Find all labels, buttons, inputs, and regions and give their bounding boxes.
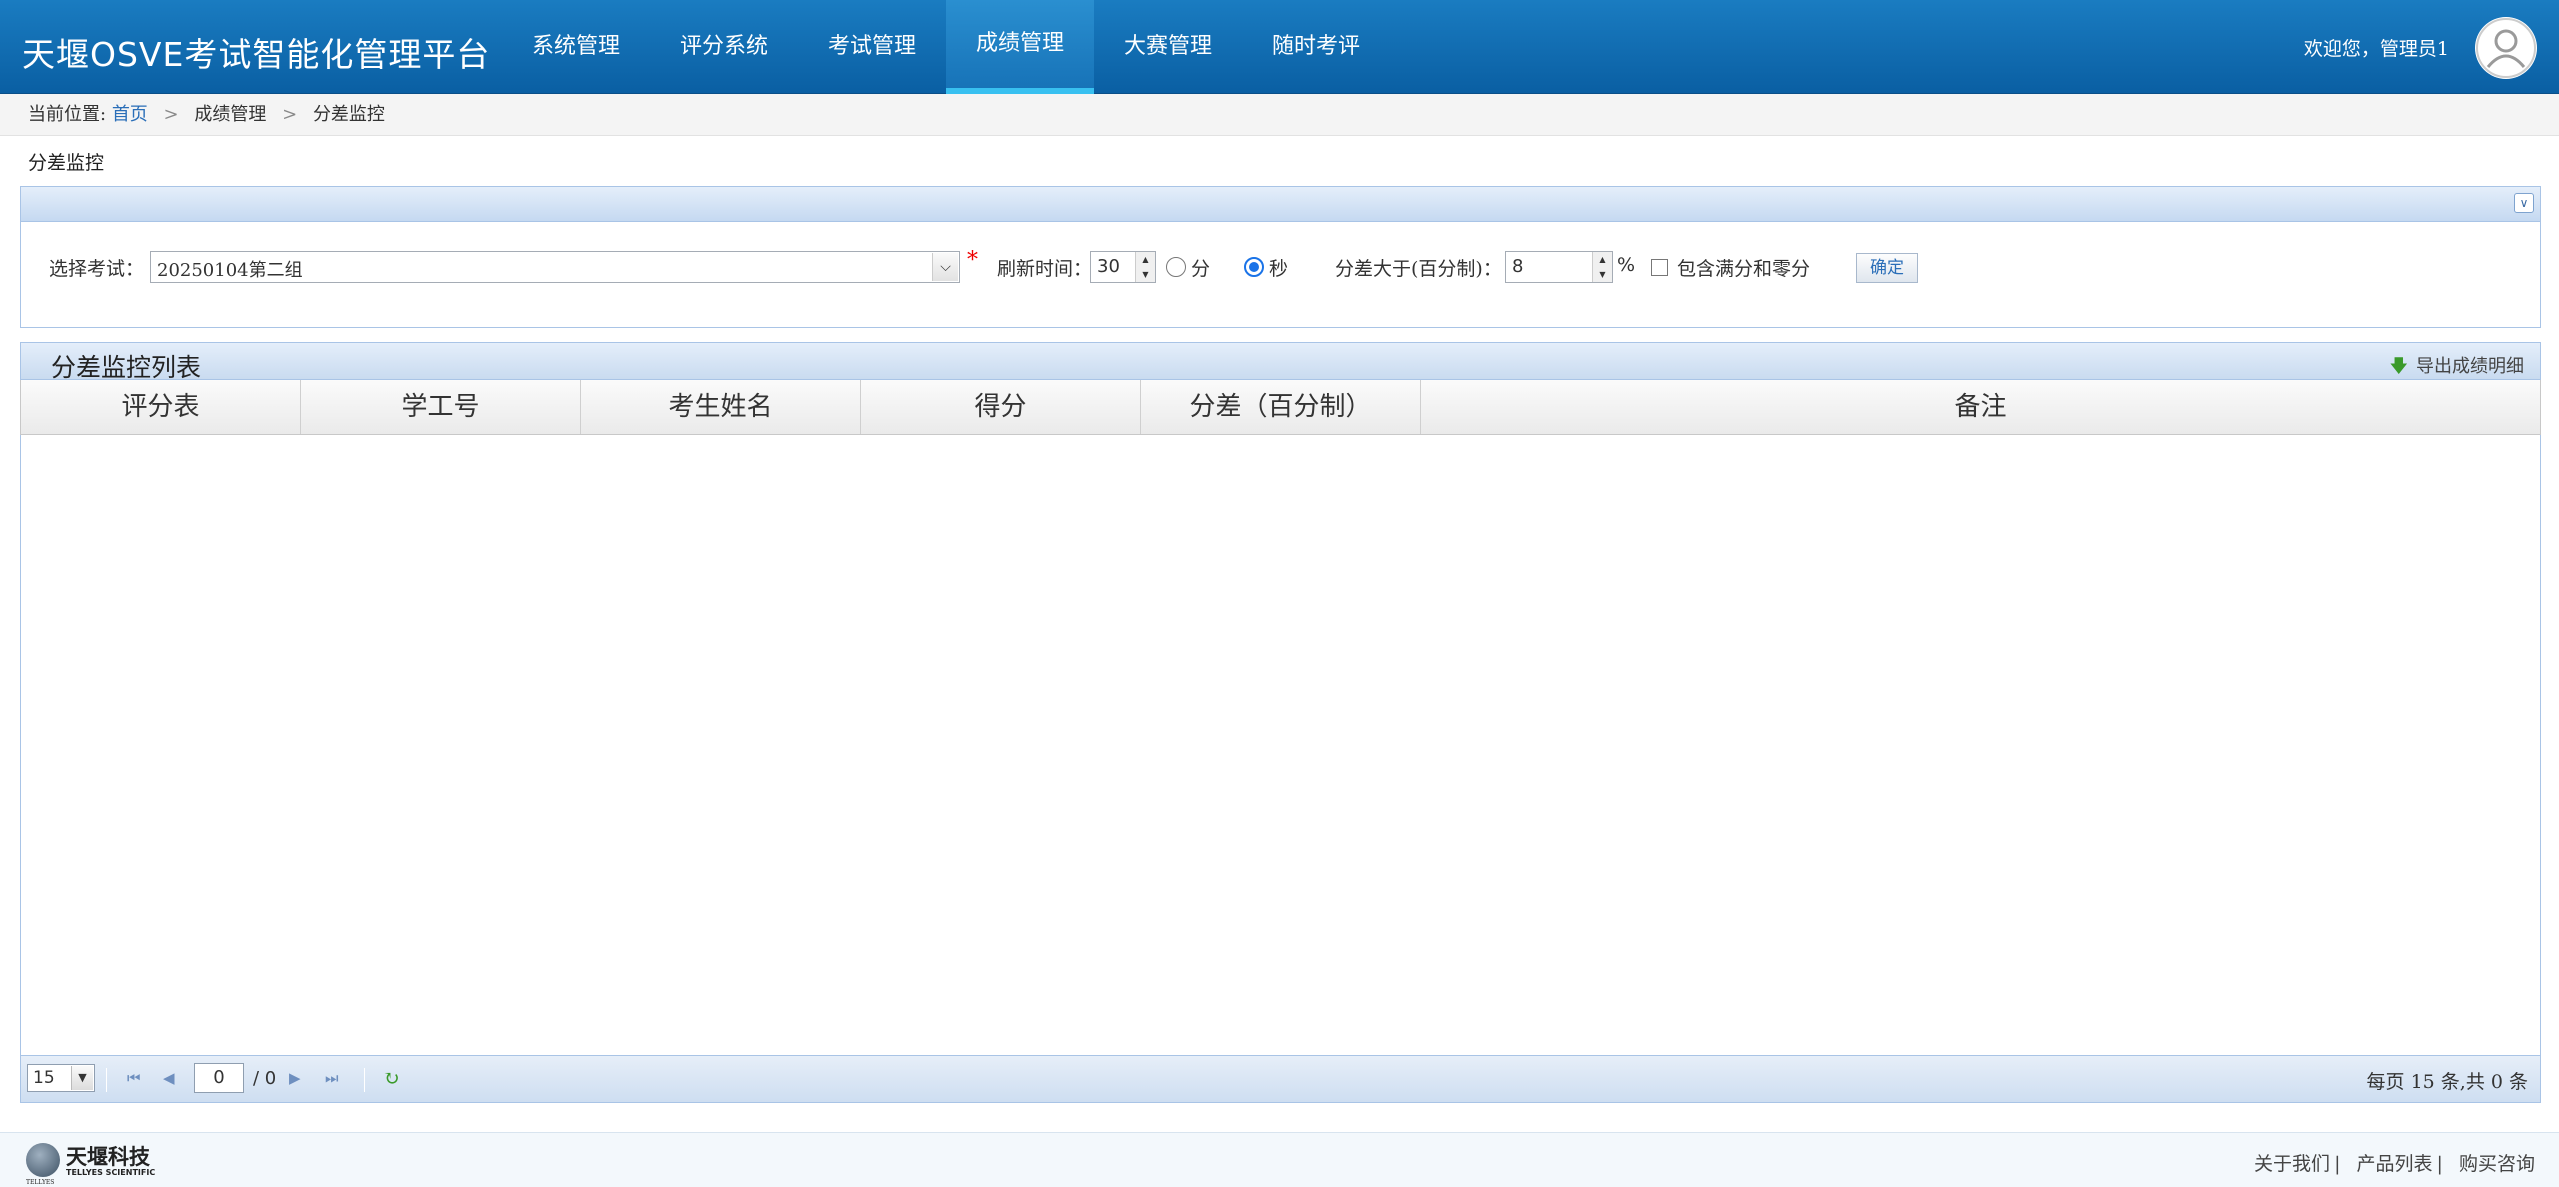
footer-link-purchase[interactable]: 购买咨询	[2459, 1153, 2535, 1175]
column-header-remarks[interactable]: 备注	[1421, 380, 2540, 434]
diff-threshold-stepper[interactable]: 8 ▲ ▼	[1505, 251, 1613, 283]
stepper-up-icon[interactable]: ▲	[1136, 252, 1155, 267]
table-header: 评分表 学工号 考生姓名 得分 分差（百分制） 备注	[20, 380, 2541, 435]
filter-panel-header: ∨	[20, 186, 2541, 222]
page-title: 分差监控	[28, 152, 105, 174]
logo-english-name: TELLYES SCIENTIFIC	[66, 1168, 156, 1177]
refresh-icon[interactable]: ↻	[383, 1066, 400, 1090]
collapse-chevron-icon[interactable]: ∨	[2514, 193, 2534, 213]
include-full-zero-label: 包含满分和零分	[1677, 258, 1811, 280]
total-pages: / 0	[253, 1068, 277, 1089]
main-nav: 系统管理 评分系统 考试管理 成绩管理 大赛管理 随时考评	[502, 0, 1390, 94]
stepper-buttons: ▲ ▼	[1135, 252, 1155, 282]
radio-second[interactable]	[1244, 257, 1264, 277]
stepper-down-icon[interactable]: ▼	[1593, 267, 1612, 282]
stepper-up-icon[interactable]: ▲	[1593, 252, 1612, 267]
page-size-select[interactable]: 15 ▼	[27, 1064, 95, 1092]
logo-chinese-name: 天堰科技	[66, 1145, 150, 1169]
chevron-right-icon: >	[163, 104, 179, 125]
current-page-input[interactable]: 0	[194, 1063, 244, 1093]
footer: 天堰科技 TELLYES SCIENTIFIC TELLYES 关于我们 | 产品…	[0, 1132, 2559, 1187]
exam-select-value: 20250104第二组	[157, 260, 303, 281]
top-header: 天堰OSVE考试智能化管理平台 系统管理 评分系统 考试管理 成绩管理 大赛管理…	[0, 0, 2559, 94]
breadcrumb-diff-monitor: 分差监控	[312, 104, 385, 125]
nav-exam-management[interactable]: 考试管理	[798, 0, 946, 94]
footer-separator: |	[2436, 1153, 2443, 1175]
page-size-value: 15	[33, 1068, 55, 1088]
column-header-score-sheet[interactable]: 评分表	[21, 380, 301, 434]
list-header: 分差监控列表 🡇 导出成绩明细	[20, 342, 2541, 382]
user-avatar-icon[interactable]	[2475, 17, 2537, 79]
stepper-down-icon[interactable]: ▼	[1136, 267, 1155, 282]
chevron-right-icon: >	[282, 104, 298, 125]
radio-minute[interactable]	[1166, 257, 1186, 277]
percent-sign: %	[1617, 254, 1636, 276]
nav-system-management[interactable]: 系统管理	[502, 0, 650, 94]
refresh-time-value: 30	[1097, 256, 1120, 277]
stepper-buttons: ▲ ▼	[1592, 252, 1612, 282]
pager-divider	[106, 1068, 107, 1092]
export-label: 导出成绩明细	[2416, 356, 2524, 377]
chevron-down-icon[interactable]: ▼	[71, 1066, 93, 1090]
diff-threshold-label: 分差大于(百分制)：	[1335, 258, 1502, 280]
include-full-zero-checkbox[interactable]	[1651, 259, 1668, 276]
prev-page-icon[interactable]: ◀	[163, 1069, 175, 1087]
next-page-icon[interactable]: ▶	[289, 1069, 301, 1087]
nav-contest-management[interactable]: 大赛管理	[1094, 0, 1242, 94]
first-page-icon[interactable]: ⏮	[127, 1069, 141, 1087]
diff-threshold-value: 8	[1512, 256, 1524, 277]
pagination-info: 每页 15 条,共 0 条	[2366, 1071, 2528, 1093]
nav-score-management[interactable]: 成绩管理	[946, 0, 1094, 94]
list-title: 分差监控列表	[51, 353, 202, 382]
required-mark: *	[967, 248, 978, 273]
company-logo: 天堰科技 TELLYES SCIENTIFIC TELLYES	[26, 1141, 156, 1186]
pager-divider	[364, 1068, 365, 1092]
column-header-student-id[interactable]: 学工号	[301, 380, 581, 434]
nav-scoring-system[interactable]: 评分系统	[650, 0, 798, 94]
logo-small-text: TELLYES	[26, 1179, 55, 1186]
radio-second-label: 秒	[1269, 258, 1289, 280]
last-page-icon[interactable]: ⏭	[325, 1069, 339, 1087]
pagination-bar: 15 ▼ ⏮ ◀ 0 / 0 ▶ ⏭ ↻ 每页 15 条,共 0 条	[20, 1055, 2541, 1103]
welcome-text: 欢迎您，管理员1	[2303, 38, 2449, 60]
footer-link-about[interactable]: 关于我们	[2254, 1153, 2330, 1175]
radio-minute-label: 分	[1191, 258, 1211, 280]
globe-logo-icon	[26, 1143, 60, 1177]
breadcrumb: 当前位置: 首页 > 成绩管理 > 分差监控	[0, 94, 2559, 136]
breadcrumb-home-link[interactable]: 首页	[112, 104, 148, 125]
refresh-time-stepper[interactable]: 30 ▲ ▼	[1090, 251, 1156, 283]
app-title: 天堰OSVE考试智能化管理平台	[22, 35, 491, 74]
table-body	[20, 435, 2541, 1055]
breadcrumb-score-management: 成绩管理	[194, 104, 267, 125]
footer-link-products[interactable]: 产品列表	[2357, 1153, 2433, 1175]
footer-links: 关于我们 | 产品列表 | 购买咨询	[2254, 1149, 2535, 1176]
column-header-score[interactable]: 得分	[861, 380, 1141, 434]
refresh-time-label: 刷新时间：	[997, 258, 1093, 280]
confirm-button[interactable]: 确定	[1856, 253, 1918, 283]
column-header-student-name[interactable]: 考生姓名	[581, 380, 861, 434]
nav-anytime-evaluation[interactable]: 随时考评	[1242, 0, 1390, 94]
column-header-score-diff[interactable]: 分差（百分制）	[1141, 380, 1421, 434]
exam-select[interactable]: 20250104第二组 ⌵	[150, 251, 960, 283]
chevron-down-icon[interactable]: ⌵	[932, 253, 958, 281]
filter-panel: 选择考试： 20250104第二组 ⌵ * 刷新时间： 30 ▲ ▼ 分 秒 分…	[20, 222, 2541, 328]
exam-select-label: 选择考试：	[49, 258, 145, 280]
breadcrumb-prefix: 当前位置:	[28, 104, 107, 125]
footer-separator: |	[2334, 1153, 2341, 1175]
